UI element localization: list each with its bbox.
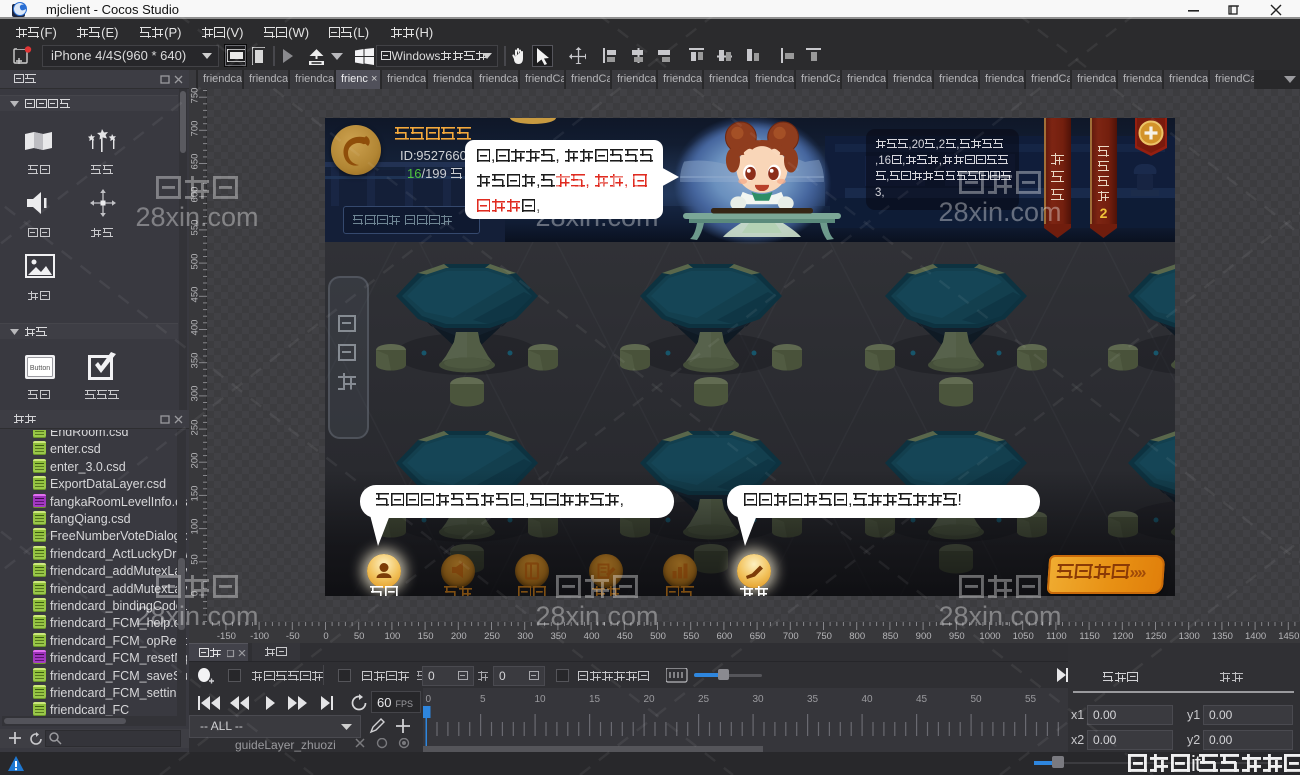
svg-text:10: 10: [535, 694, 547, 705]
svg-text:25: 25: [698, 694, 710, 705]
svg-text:Button: Button: [30, 365, 50, 372]
svg-text:40: 40: [862, 694, 874, 705]
svg-text:30: 30: [753, 694, 765, 705]
svg-text:20: 20: [644, 694, 656, 705]
svg-text:50: 50: [971, 694, 983, 705]
svg-text:15: 15: [589, 694, 601, 705]
svg-text:0: 0: [426, 694, 432, 705]
svg-text:45: 45: [916, 694, 928, 705]
svg-text:35: 35: [807, 694, 819, 705]
svg-text:5: 5: [480, 694, 486, 705]
svg-text:55: 55: [1025, 694, 1037, 705]
